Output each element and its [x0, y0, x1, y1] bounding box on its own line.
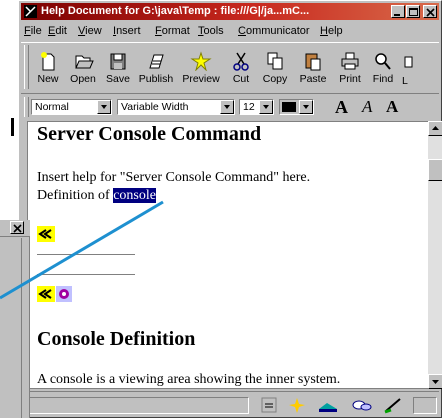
pointer-line — [0, 200, 164, 300]
